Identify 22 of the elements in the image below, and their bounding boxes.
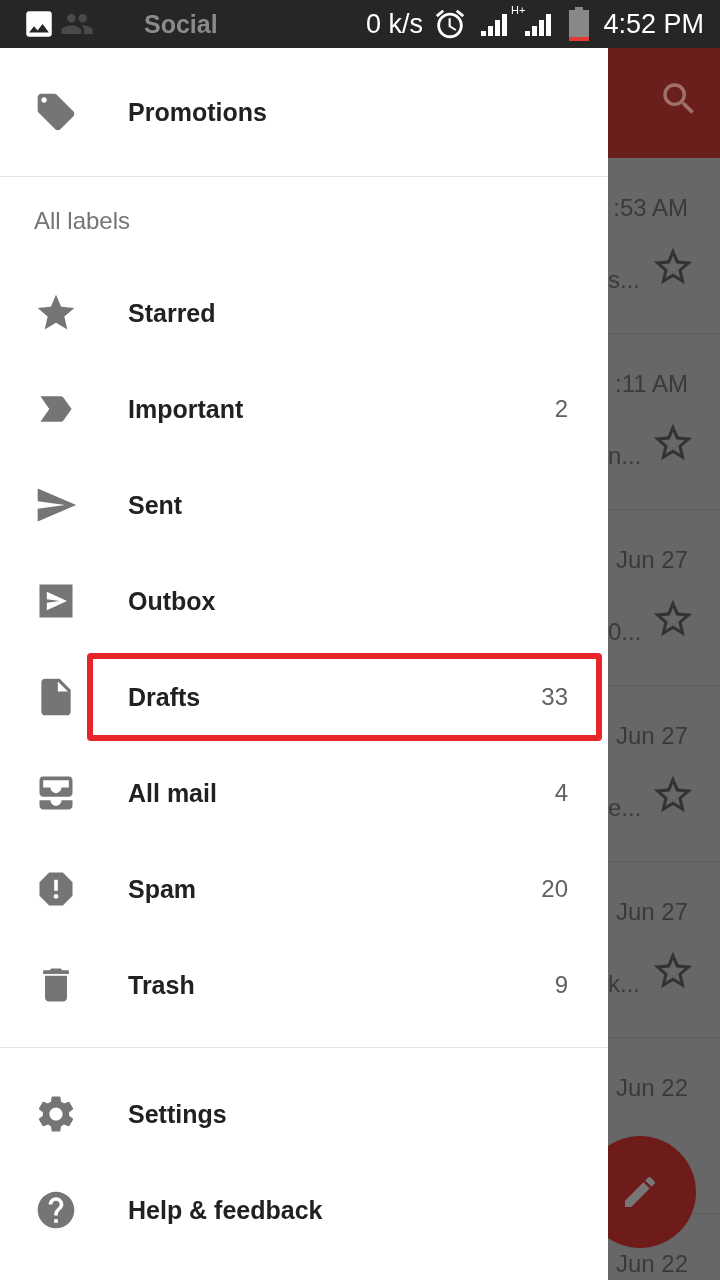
drawer-item[interactable]: Outbox <box>0 553 608 649</box>
drawer-item[interactable]: Settings <box>0 1066 608 1162</box>
drawer-item[interactable]: Social <box>144 9 218 39</box>
item-count: 2 <box>554 395 568 423</box>
network-type: H+ <box>511 4 526 16</box>
item-count: 9 <box>554 971 568 999</box>
network-speed: 0 k/s <box>366 8 424 40</box>
battery-icon <box>569 7 590 41</box>
drawer-item[interactable]: All mail 4 <box>0 745 608 841</box>
drawer-item[interactable]: Help & feedback <box>0 1162 608 1258</box>
clock: 4:52 PM <box>603 8 704 40</box>
drawer-item[interactable]: Trash 9 <box>0 937 608 1033</box>
item-count: 20 <box>541 875 568 903</box>
drawer-item[interactable]: Drafts 33 <box>0 649 608 745</box>
item-count: 33 <box>541 683 568 711</box>
drawer-item[interactable]: Important 2 <box>0 361 608 457</box>
drawer-item[interactable]: Promotions <box>0 48 608 176</box>
drawer-item[interactable]: Spam 20 <box>0 841 608 937</box>
drawer-item[interactable]: Starred <box>0 265 608 361</box>
drawer-item[interactable]: Sent <box>0 457 608 553</box>
item-count: 4 <box>554 779 568 807</box>
section-title: All labels <box>34 207 131 235</box>
